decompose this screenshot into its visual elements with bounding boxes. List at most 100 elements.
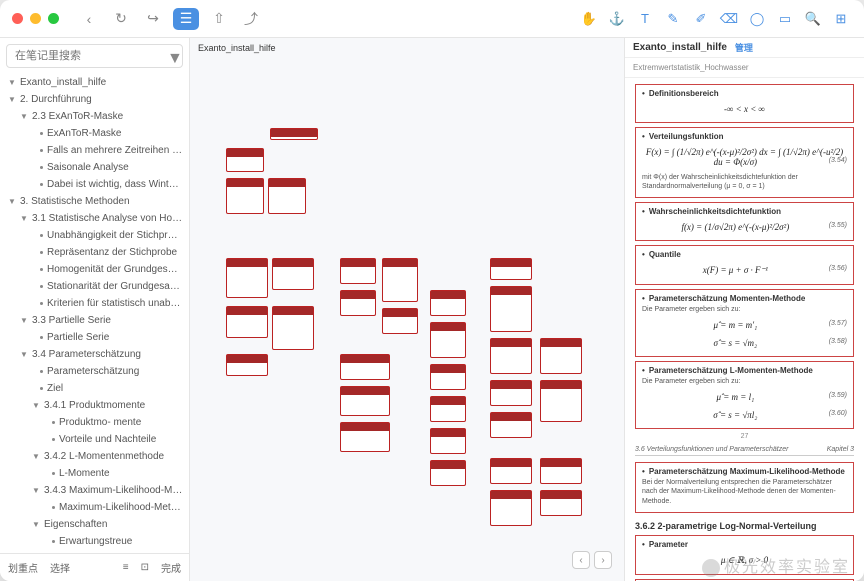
canvas-card[interactable] (490, 380, 532, 406)
tree-item[interactable]: ExAnToR-Maske (0, 125, 189, 142)
canvas-card[interactable] (272, 306, 314, 350)
canvas-card[interactable] (430, 364, 466, 390)
tree-item[interactable]: Stationarität der Grundgesamtheit (0, 278, 189, 295)
canvas-card[interactable] (340, 290, 376, 316)
next-page-button[interactable]: › (594, 551, 612, 569)
canvas-card[interactable] (430, 428, 466, 454)
canvas-tab[interactable]: Exanto_install_hilfe (198, 43, 276, 53)
done-button[interactable]: 完成 (161, 560, 181, 575)
tree-item[interactable]: Erwartungstreue (0, 533, 189, 550)
tree-item[interactable]: Unabhängigkeit der Stichprobenwerte (0, 227, 189, 244)
search-icon[interactable]: 🔍 (802, 8, 824, 30)
canvas-card[interactable] (226, 178, 264, 214)
tree-item[interactable]: Maximum-Likelihood-Methode (0, 499, 189, 516)
manage-link[interactable]: 管理 (735, 41, 753, 54)
canvas-card[interactable] (430, 322, 466, 358)
canvas-card[interactable] (490, 412, 532, 438)
canvas-card[interactable] (268, 178, 306, 214)
select-button[interactable]: 选择 (50, 560, 70, 575)
doc-section: Parameterschätzung Momenten-MethodeDie P… (635, 289, 854, 357)
tree-item[interactable]: Ziel (0, 380, 189, 397)
canvas-card[interactable] (340, 354, 390, 380)
canvas-card[interactable] (270, 128, 318, 140)
tree-item[interactable]: ▼3.3 Partielle Serie (0, 312, 189, 329)
canvas-card[interactable] (430, 396, 466, 422)
doc-section: Wahrscheinlichkeitsdichtefunktionf(x) = … (635, 202, 854, 241)
tree-item[interactable]: ▼3.1 Statistische Analyse von Hochwasser… (0, 210, 189, 227)
lasso-icon[interactable]: ◯ (746, 8, 768, 30)
hand-tool-icon[interactable]: ✋ (578, 8, 600, 30)
export-button[interactable]: ⤴ (239, 7, 263, 31)
tree-item[interactable]: ▼3.4 Parameterschätzung (0, 346, 189, 363)
tree-item[interactable]: Saisonale Analyse (0, 159, 189, 176)
tree-item[interactable]: L-Momente (0, 465, 189, 482)
pen-icon[interactable]: ✎ (662, 8, 684, 30)
list-view-button[interactable]: ☰ (173, 8, 199, 30)
canvas-card[interactable] (490, 458, 532, 484)
canvas-card[interactable] (540, 490, 582, 516)
canvas-card[interactable] (490, 490, 532, 526)
highlight-button[interactable]: 划重点 (8, 560, 38, 575)
maximize-icon[interactable] (48, 13, 59, 24)
tree-item[interactable]: Partielle Serie (0, 329, 189, 346)
doc-section: Parameterschätzung L-Momenten-MethodeDie… (635, 361, 854, 429)
tree-item[interactable]: Dabei ist wichtig, dass Winter- und Som.… (0, 176, 189, 193)
tree-item[interactable]: Vorteile und Nachteile (0, 431, 189, 448)
tree-item[interactable]: ▼2. Durchführung (0, 91, 189, 108)
canvas-card[interactable] (382, 308, 418, 334)
tree-item[interactable]: Repräsentanz der Stichprobe (0, 244, 189, 261)
minimize-icon[interactable] (30, 13, 41, 24)
anchor-icon[interactable]: ⚓ (606, 8, 628, 30)
tree-item[interactable]: ▼3. Statistische Methoden (0, 193, 189, 210)
prev-page-button[interactable]: ‹ (572, 551, 590, 569)
tree-item[interactable]: ▼2.3 ExAnToR-Maske (0, 108, 189, 125)
tree-item[interactable]: ▼3.4.2 L-Momentenmethode (0, 448, 189, 465)
doc-section: VerteilungsfunktionF(x) = ∫ (1/√2π) e^(-… (635, 127, 854, 198)
canvas-card[interactable] (430, 290, 466, 316)
close-icon[interactable] (12, 13, 23, 24)
tree-item[interactable]: ▼3.4.1 Produktmomente (0, 397, 189, 414)
share-button[interactable]: ⇧ (207, 7, 231, 31)
tree-item[interactable]: Homogenität der Grundgesamtheit (0, 261, 189, 278)
tree-item[interactable]: Parameterschätzung (0, 363, 189, 380)
canvas-card[interactable] (340, 258, 376, 284)
eraser-icon[interactable]: ⌫ (718, 8, 740, 30)
tree-item[interactable]: ▼Eigenschaften (0, 516, 189, 533)
doc-section: Quantilex(F) = μ + σ · F⁻¹(3.56) (635, 245, 854, 285)
grid-icon-small[interactable]: ⊡ (141, 562, 149, 573)
refresh-button[interactable]: ↻ (109, 7, 133, 31)
canvas-card[interactable] (272, 258, 314, 290)
traffic-lights (12, 13, 59, 24)
tree-item[interactable]: ▼3.4.3 Maximum-Likelihood-Methode (0, 482, 189, 499)
canvas-card[interactable] (490, 286, 532, 332)
text-tool-icon[interactable]: T (634, 8, 656, 30)
canvas-card[interactable] (540, 380, 582, 422)
grid-icon[interactable]: ⊞ (830, 8, 852, 30)
search-input[interactable] (6, 44, 183, 68)
align-icon[interactable]: ≡ (123, 562, 129, 573)
back-button[interactable]: ‹ (77, 7, 101, 31)
canvas-card[interactable] (226, 258, 268, 298)
canvas-card[interactable] (540, 458, 582, 484)
canvas-card[interactable] (340, 422, 390, 452)
canvas-card[interactable] (226, 148, 264, 172)
tree-item[interactable]: Kriterien für statistisch unabhängige Ho… (0, 295, 189, 312)
canvas-card[interactable] (490, 338, 532, 374)
tree-item[interactable]: ▼Exanto_install_hilfe (0, 74, 189, 91)
tree-item[interactable]: Falls an mehrere Zeitreihen angepasst... (0, 142, 189, 159)
canvas-card[interactable] (226, 354, 268, 376)
canvas-card[interactable] (430, 460, 466, 486)
document-view[interactable]: Definitionsbereich-∞ < x < ∞Verteilungsf… (625, 78, 864, 581)
canvas-card[interactable] (226, 306, 268, 338)
canvas-card[interactable] (340, 386, 390, 416)
canvas[interactable]: Exanto_install_hilfe ‹ › (190, 38, 624, 581)
highlighter-icon[interactable]: ✐ (690, 8, 712, 30)
tree-item[interactable]: Produktmo- mente (0, 414, 189, 431)
canvas-card[interactable] (490, 258, 532, 280)
forward-button[interactable]: ↪ (141, 7, 165, 31)
doc-subtitle: Extremwertstatistik_Hochwasser (633, 63, 749, 72)
canvas-card[interactable] (540, 338, 582, 374)
filter-icon[interactable]: ▼ (167, 50, 179, 62)
canvas-card[interactable] (382, 258, 418, 302)
shape-icon[interactable]: ▭ (774, 8, 796, 30)
